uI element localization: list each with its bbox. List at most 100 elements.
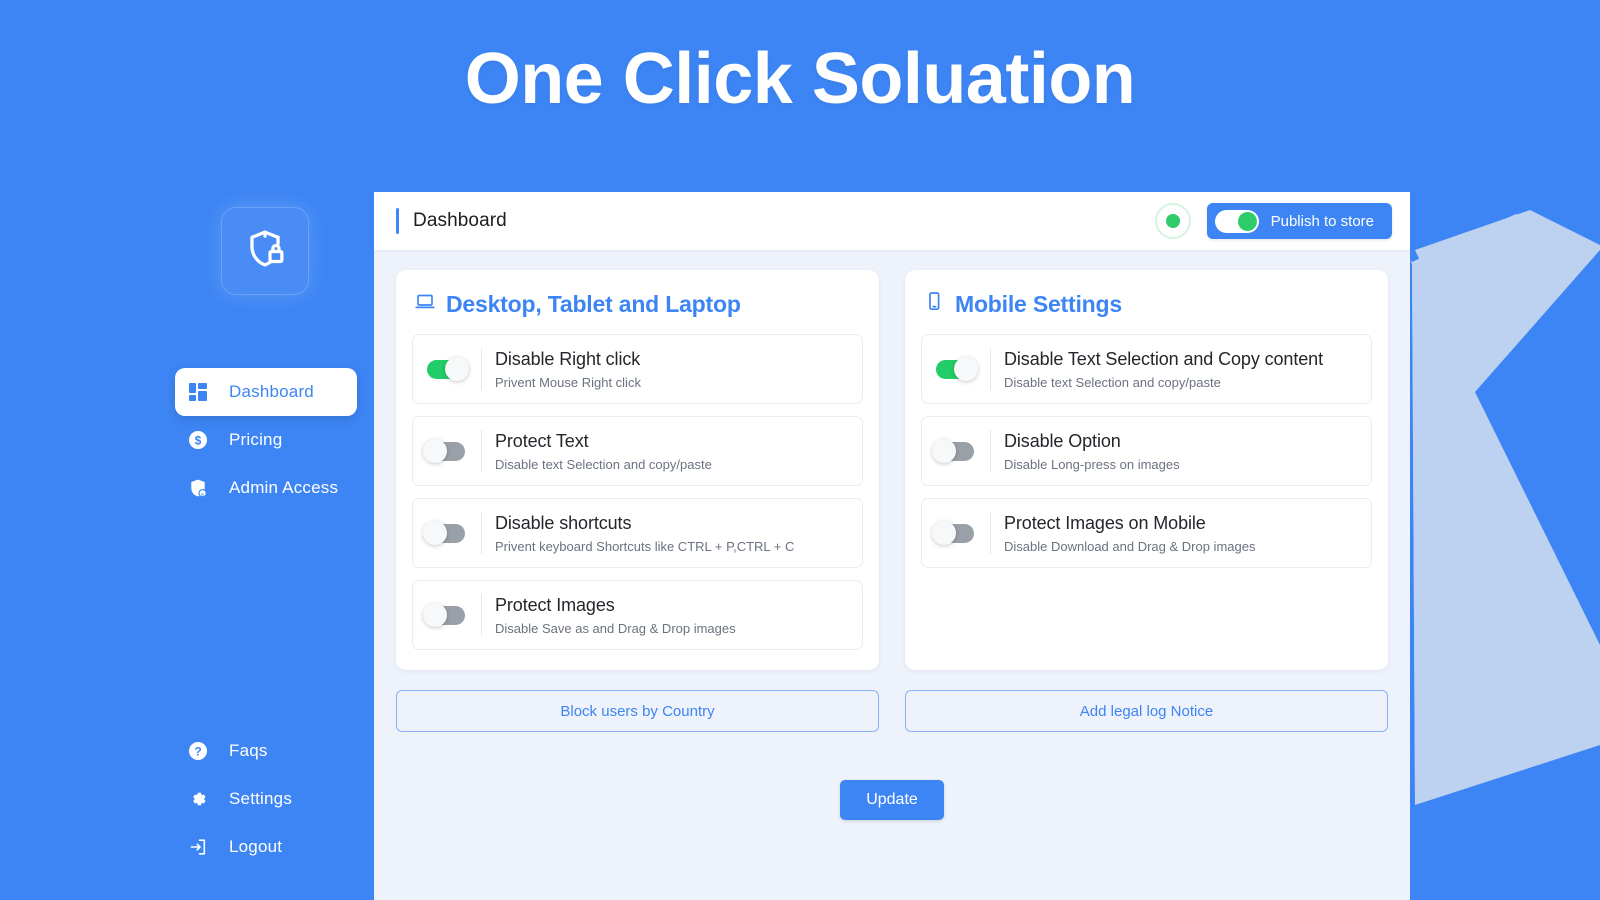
add-legal-log-notice-button[interactable]: Add legal log Notice (905, 690, 1388, 732)
app-logo (222, 208, 308, 294)
setting-text: Disable Right click Privent Mouse Right … (495, 348, 641, 390)
sidebar-item-faqs[interactable]: ? Faqs (175, 727, 356, 775)
grid-dashboard-icon (185, 383, 211, 401)
setting-row-disable-text-selection[interactable]: Disable Text Selection and Copy content … (921, 334, 1372, 404)
mobile-settings-heading-label: Mobile Settings (955, 290, 1122, 317)
setting-row-disable-shortcuts[interactable]: Disable shortcuts Privent keyboard Short… (412, 498, 863, 568)
sidebar-item-label: Logout (229, 837, 283, 856)
row-divider (481, 594, 482, 636)
update-button-row: Update (374, 780, 1410, 820)
mobile-settings-column: Mobile Settings Disable Text Selection a… (905, 270, 1388, 732)
setting-row-disable-option[interactable]: Disable Option Disable Long-press on ima… (921, 416, 1372, 486)
setting-text: Protect Images on Mobile Disable Downloa… (1004, 512, 1255, 554)
toggle-knob (423, 439, 447, 463)
sidebar-item-label: Settings (229, 789, 293, 808)
row-divider (990, 348, 991, 390)
mobile-settings-card: Mobile Settings Disable Text Selection a… (905, 270, 1388, 670)
toggle-knob (445, 357, 469, 381)
toggle-disable-option[interactable] (932, 439, 974, 463)
mobile-phone-icon (923, 290, 945, 318)
setting-title: Disable Option (1004, 431, 1121, 452)
desktop-settings-column: Desktop, Tablet and Laptop Disable Right… (396, 270, 879, 732)
sidebar-item-dashboard[interactable]: Dashboard (175, 368, 357, 416)
sidebar: Dashboard $ Pricing e Admin Access ? Faq… (0, 0, 374, 900)
svg-text:$: $ (195, 433, 202, 447)
setting-subtitle: Disable Save as and Drag & Drop images (495, 620, 736, 636)
setting-subtitle: Disable text Selection and copy/paste (495, 456, 712, 472)
setting-text: Disable shortcuts Privent keyboard Short… (495, 512, 794, 554)
toggle-knob (932, 521, 956, 545)
laptop-icon (414, 290, 436, 318)
mobile-settings-heading: Mobile Settings (923, 290, 1372, 318)
setting-text: Disable Option Disable Long-press on ima… (1004, 430, 1180, 472)
block-users-by-country-button[interactable]: Block users by Country (396, 690, 879, 732)
setting-title: Protect Images (495, 595, 615, 616)
setting-subtitle: Disable text Selection and copy/paste (1004, 374, 1221, 390)
setting-row-protect-text[interactable]: Protect Text Disable text Selection and … (412, 416, 863, 486)
row-divider (481, 430, 482, 472)
setting-text: Protect Images Disable Save as and Drag … (495, 594, 736, 636)
panel-topbar: Dashboard Publish to store (374, 192, 1410, 250)
sidebar-item-label: Dashboard (229, 382, 314, 401)
status-badge (1154, 203, 1191, 239)
setting-title: Protect Text (495, 431, 589, 452)
desktop-settings-card: Desktop, Tablet and Laptop Disable Right… (396, 270, 879, 670)
setting-title: Disable Right click (495, 349, 641, 370)
setting-subtitle: Disable Download and Drag & Drop images (1004, 538, 1256, 554)
toggle-disable-shortcuts[interactable] (423, 521, 465, 545)
toggle-protect-images[interactable] (423, 603, 465, 627)
publish-toggle-knob (1237, 211, 1257, 231)
setting-subtitle: Privent keyboard Shortcuts like CTRL + P… (495, 538, 795, 554)
sidebar-item-admin-access[interactable]: e Admin Access (175, 464, 356, 512)
toggle-protect-text[interactable] (423, 439, 465, 463)
gear-icon (185, 789, 211, 809)
publish-toggle[interactable] (1214, 209, 1259, 233)
row-divider (990, 430, 991, 472)
desktop-settings-heading: Desktop, Tablet and Laptop (414, 290, 863, 318)
main-panel: Dashboard Publish to store Desktop, Tabl… (374, 192, 1410, 900)
sidebar-item-pricing[interactable]: $ Pricing (175, 416, 356, 464)
setting-text: Disable Text Selection and Copy content … (1004, 348, 1323, 390)
setting-title: Disable shortcuts (495, 513, 632, 534)
topbar-actions: Publish to store (1154, 203, 1392, 239)
shield-user-icon: e (185, 478, 211, 498)
svg-text:?: ? (194, 745, 201, 759)
publish-to-store-label: Publish to store (1270, 212, 1374, 230)
sidebar-item-label: Admin Access (229, 478, 339, 497)
toggle-knob (423, 603, 447, 627)
block-users-by-country-label: Block users by Country (560, 702, 715, 720)
row-divider (481, 512, 482, 554)
setting-row-protect-images-mobile[interactable]: Protect Images on Mobile Disable Downloa… (921, 498, 1372, 568)
toggle-disable-right-click[interactable] (427, 357, 469, 381)
toggle-knob (423, 521, 447, 545)
row-divider (990, 512, 991, 554)
setting-subtitle: Privent Mouse Right click (495, 374, 641, 390)
setting-title: Disable Text Selection and Copy content (1004, 349, 1323, 370)
shield-lock-icon (242, 226, 288, 277)
setting-row-protect-images[interactable]: Protect Images Disable Save as and Drag … (412, 580, 863, 650)
dollar-circle-icon: $ (185, 430, 211, 450)
title-accent-bar (396, 208, 399, 234)
question-circle-icon: ? (185, 741, 211, 761)
desktop-settings-heading-label: Desktop, Tablet and Laptop (446, 290, 741, 317)
toggle-disable-text-selection[interactable] (936, 357, 978, 381)
update-button-label: Update (866, 791, 918, 808)
publish-to-store-button[interactable]: Publish to store (1206, 203, 1392, 239)
setting-title: Protect Images on Mobile (1004, 513, 1206, 534)
sidebar-primary-nav: Dashboard $ Pricing e Admin Access (0, 368, 374, 512)
page-title: One Click Soluation (464, 39, 1136, 119)
panel-content: Desktop, Tablet and Laptop Disable Right… (374, 250, 1410, 732)
sidebar-item-label: Pricing (229, 430, 283, 449)
update-button[interactable]: Update (840, 780, 944, 820)
sidebar-secondary-nav: ? Faqs Settings Logout (0, 727, 374, 871)
sidebar-item-logout[interactable]: Logout (175, 823, 356, 871)
sidebar-item-settings[interactable]: Settings (175, 775, 356, 823)
panel-title: Dashboard (413, 210, 507, 231)
row-divider (481, 348, 482, 390)
setting-text: Protect Text Disable text Selection and … (495, 430, 712, 472)
toggle-protect-images-mobile[interactable] (932, 521, 974, 545)
setting-row-disable-right-click[interactable]: Disable Right click Privent Mouse Right … (412, 334, 863, 404)
toggle-knob (954, 357, 978, 381)
status-dot-icon (1165, 214, 1180, 228)
toggle-knob (932, 439, 956, 463)
